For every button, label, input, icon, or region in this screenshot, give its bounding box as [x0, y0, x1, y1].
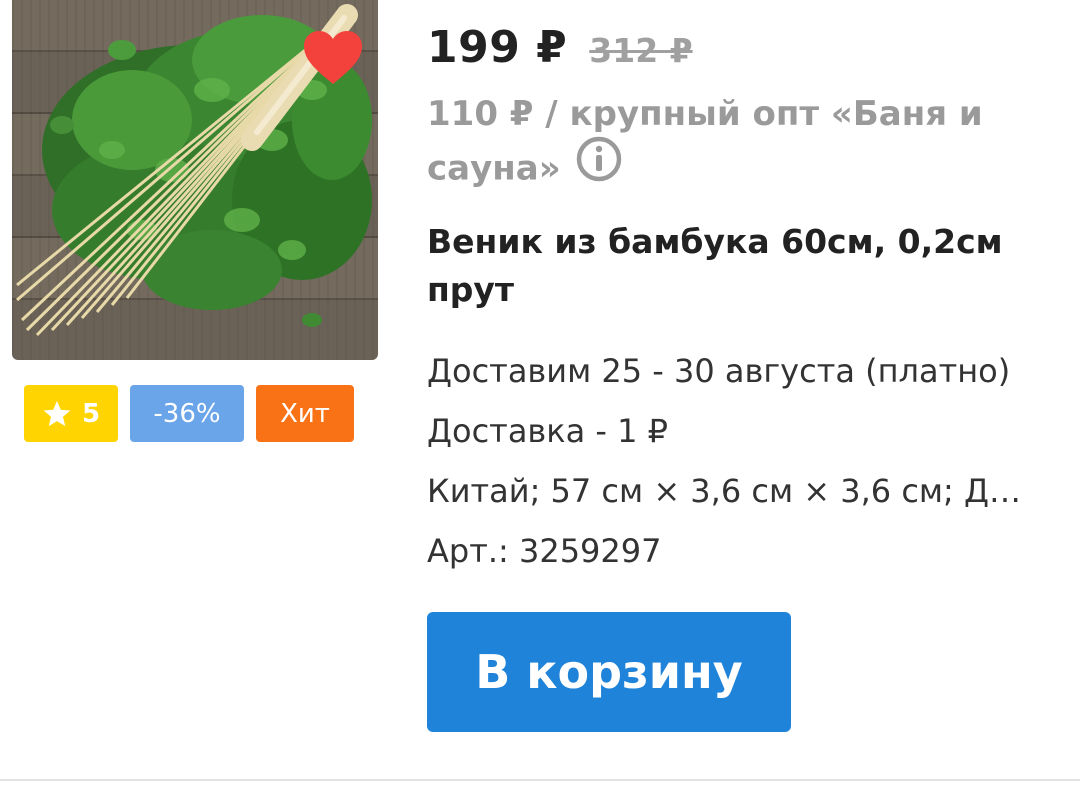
star-icon [43, 400, 71, 426]
wholesale-price: 110 ₽ / крупный опт «Баня и сауна» [427, 90, 987, 201]
article-number: Арт.: 3259297 [427, 532, 662, 570]
hit-badge: Хит [256, 385, 354, 442]
heart-icon [304, 31, 362, 84]
info-icon[interactable] [575, 135, 623, 197]
badges: 5 -36% Хит [24, 385, 354, 442]
old-price: 312 ₽ [589, 31, 693, 70]
price-row: 199 ₽ 312 ₽ [427, 22, 693, 73]
rating-badge: 5 [24, 385, 118, 442]
discount-badge: -36% [130, 385, 244, 442]
current-price: 199 ₽ [427, 22, 568, 73]
product-title[interactable]: Веник из бамбука 60см, 0,2см прут [427, 218, 1027, 314]
product-card: 5 -36% Хит 199 ₽ 312 ₽ 110 ₽ / крупный оп… [0, 0, 1080, 779]
product-specs: Китай; 57 см × 3,6 см × 3,6 см; Де... [427, 472, 1027, 510]
wholesale-text: 110 ₽ / крупный опт «Баня и сауна» [427, 94, 983, 189]
delivery-date: Доставим 25 - 30 августа (платно) [427, 352, 1011, 390]
product-image[interactable] [12, 0, 378, 360]
favorite-button[interactable] [302, 30, 364, 86]
add-to-cart-button[interactable]: В корзину [427, 612, 791, 732]
delivery-cost: Доставка - 1 ₽ [427, 412, 668, 450]
divider [0, 779, 1080, 781]
rating-value: 5 [81, 398, 101, 429]
